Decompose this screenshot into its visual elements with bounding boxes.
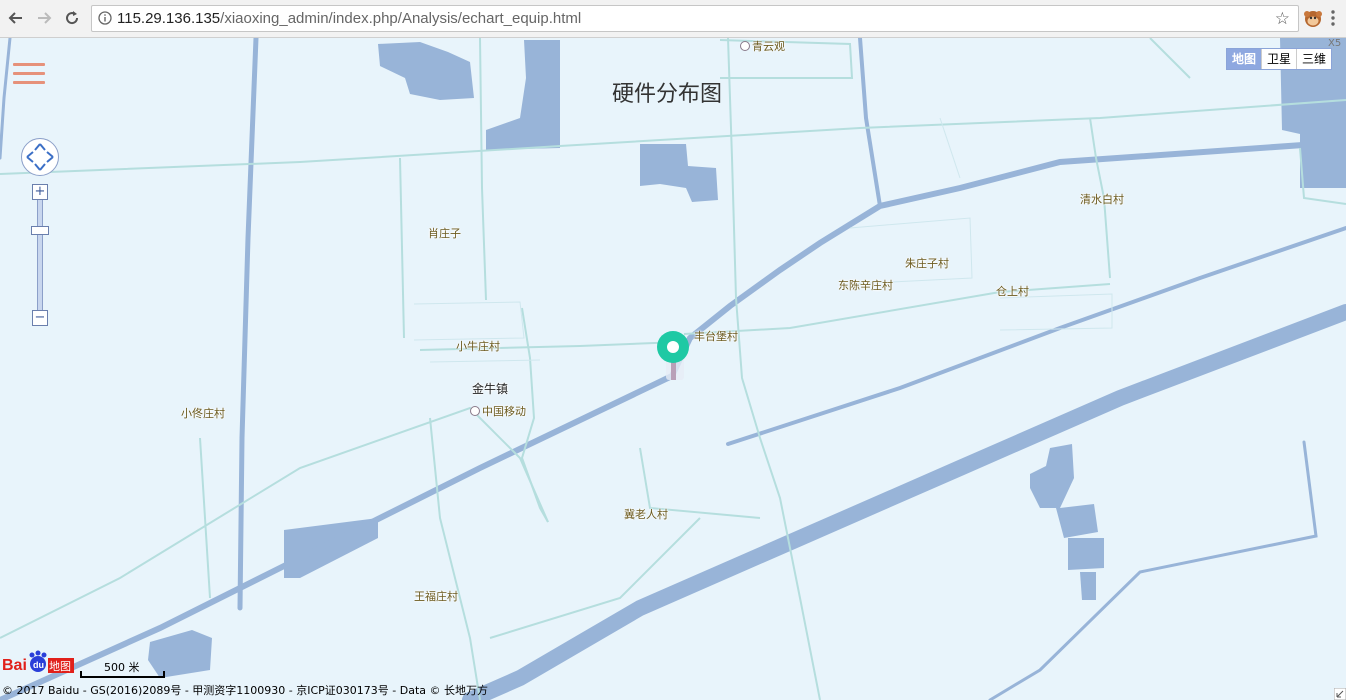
scale-bar: 500 米 <box>80 659 166 679</box>
telecom-icon <box>470 406 480 416</box>
place-label[interactable]: 冀老人村 <box>624 506 668 522</box>
map-type-map[interactable]: 地图 <box>1227 49 1262 69</box>
map-title: 硬件分布图 <box>612 82 723 107</box>
arrow-right-icon <box>38 12 52 24</box>
overview-toggle-icon[interactable] <box>1334 688 1346 700</box>
place-name: 青云观 <box>752 40 785 53</box>
star-icon[interactable]: ☆ <box>1275 9 1290 29</box>
place-label[interactable]: 东陈辛庄村 <box>838 277 893 293</box>
svg-text:地图: 地图 <box>49 660 71 673</box>
pan-control[interactable] <box>21 138 59 176</box>
zoom-in-button[interactable]: + <box>32 184 48 200</box>
arrow-left-icon <box>8 12 22 24</box>
place-label[interactable]: 清水白村 <box>1080 191 1124 207</box>
map-canvas[interactable]: 硬件分布图 + − 地图 卫星 三维 X5 青云观 肖庄子 清水白村 朱庄子村 … <box>0 38 1346 700</box>
place-label[interactable]: 青云观 <box>740 38 785 54</box>
url-path: /xiaoxing_admin/index.php/Analysis/echar… <box>220 10 582 27</box>
map-type-satellite[interactable]: 卫星 <box>1261 49 1296 69</box>
info-icon[interactable] <box>98 11 112 25</box>
place-label[interactable]: 肖庄子 <box>428 225 461 241</box>
reload-icon <box>66 11 79 25</box>
scale-ruler <box>80 671 165 678</box>
zoom-slider-handle[interactable] <box>31 226 49 235</box>
town-label[interactable]: 金牛镇 <box>472 380 508 397</box>
monkey-extension-icon[interactable] <box>1303 8 1323 28</box>
zoom-slider-track[interactable] <box>37 198 43 313</box>
forward-button[interactable] <box>33 7 55 29</box>
tracks <box>413 117 1113 363</box>
baidu-logo-icon: Bai du 地图 <box>2 650 74 674</box>
address-bar[interactable]: 115.29.136.135/xiaoxing_admin/index.php/… <box>91 5 1299 32</box>
browser-toolbar: 115.29.136.135/xiaoxing_admin/index.php/… <box>0 0 1346 38</box>
place-label[interactable]: 中国移动 <box>470 403 526 419</box>
place-label[interactable]: 小佟庄村 <box>181 405 225 421</box>
place-label[interactable]: 朱庄子村 <box>905 255 949 271</box>
road-number: X5 <box>1328 38 1342 49</box>
url-text: 115.29.136.135/xiaoxing_admin/index.php/… <box>117 10 581 27</box>
place-name: 中国移动 <box>482 405 526 418</box>
svg-text:Bai: Bai <box>2 657 27 674</box>
url-host: 115.29.136.135 <box>117 10 221 27</box>
place-label[interactable]: 丰台堡村 <box>694 328 738 344</box>
device-marker-icon[interactable] <box>654 328 694 384</box>
place-label[interactable]: 仓上村 <box>996 283 1029 299</box>
reload-button[interactable] <box>61 7 83 29</box>
map-type-3d[interactable]: 三维 <box>1296 49 1331 69</box>
svg-text:du: du <box>33 660 44 670</box>
temple-icon <box>740 41 750 51</box>
hamburger-menu-icon[interactable] <box>13 63 45 87</box>
map-type-switcher: 地图 卫星 三维 <box>1226 48 1333 70</box>
menu-icon[interactable] <box>1330 9 1336 27</box>
place-label[interactable]: 王福庄村 <box>414 588 458 604</box>
place-label[interactable]: 小牛庄村 <box>456 338 500 354</box>
baidu-logo[interactable]: Bai du 地图 <box>2 650 76 680</box>
copyright-text: © 2017 Baidu - GS(2016)2089号 - 甲测资字11009… <box>2 684 489 697</box>
back-button[interactable] <box>5 7 27 29</box>
zoom-out-button[interactable]: − <box>32 310 48 326</box>
pan-arrows-icon <box>26 143 54 171</box>
